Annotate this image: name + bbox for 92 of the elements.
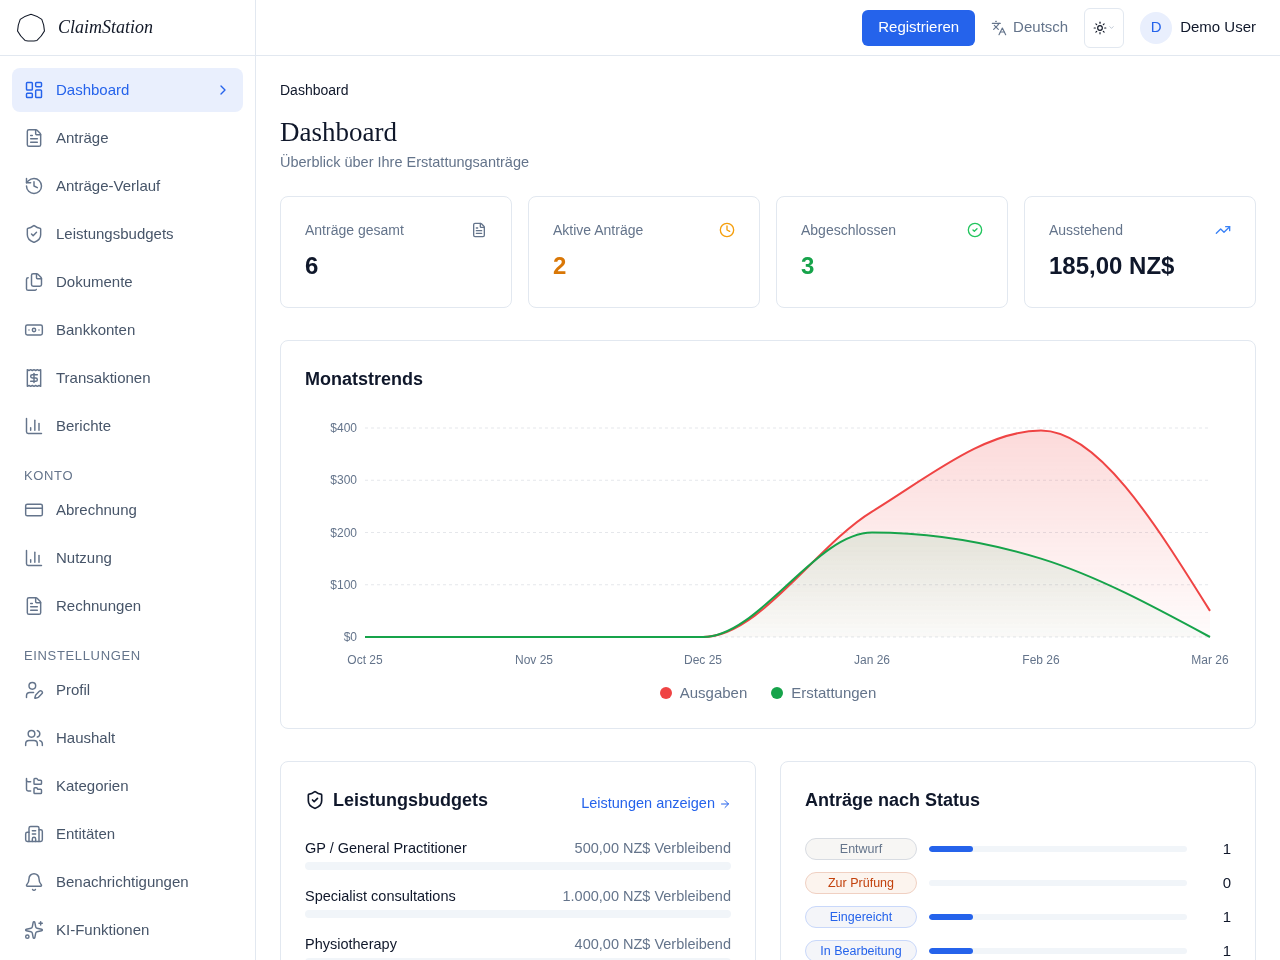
status-badge: Eingereicht bbox=[805, 906, 917, 928]
x-axis-label: Jan 26 bbox=[854, 653, 890, 667]
logo-icon bbox=[16, 12, 46, 43]
nav-item[interactable]: Nutzung bbox=[12, 536, 243, 580]
nav-item[interactable]: Abrechnung bbox=[12, 488, 243, 532]
sparkles-icon bbox=[24, 920, 44, 940]
building-icon bbox=[24, 824, 44, 844]
x-axis-label: Mar 26 bbox=[1191, 653, 1229, 667]
budget-name: Physiotherapy bbox=[305, 935, 397, 954]
grid-icon bbox=[24, 80, 44, 100]
bell-icon bbox=[24, 872, 44, 892]
nav-item[interactable]: Berichte bbox=[12, 404, 243, 448]
stat-value: 2 bbox=[553, 251, 568, 281]
x-axis-label: Oct 25 bbox=[347, 653, 383, 667]
user-avatar: D bbox=[1140, 11, 1173, 44]
y-axis-label: $400 bbox=[330, 421, 357, 435]
breadcrumb: Dashboard bbox=[280, 81, 350, 100]
stat-label: Ausstehend bbox=[1049, 221, 1123, 240]
status-badge: In Bearbeitung bbox=[805, 940, 917, 960]
budget-name: Specialist consultations bbox=[305, 887, 456, 906]
budget-remaining: 400,00 NZ$ Verbleibend bbox=[574, 935, 731, 954]
nav-item[interactable]: Leistungsbudgets bbox=[12, 212, 243, 256]
section-heading: EINSTELLUNGEN bbox=[23, 648, 142, 664]
shield-check-icon bbox=[24, 224, 44, 244]
page-subtitle: Überblick über Ihre Erstattungsanträge bbox=[280, 153, 531, 172]
nav-item[interactable]: Entitäten bbox=[12, 812, 243, 856]
nav-item[interactable]: Benachrichtigungen bbox=[12, 860, 243, 904]
arrow-right-icon bbox=[719, 798, 731, 810]
y-axis-label: $300 bbox=[330, 473, 357, 488]
nav-item[interactable]: Transaktionen bbox=[12, 356, 243, 400]
caret-icon bbox=[1108, 24, 1116, 31]
x-axis-label: Nov 25 bbox=[515, 653, 553, 667]
nav-item[interactable]: Profil bbox=[12, 668, 243, 712]
y-axis-label: $0 bbox=[343, 630, 357, 644]
stat-label: Anträge gesamt bbox=[305, 221, 404, 240]
logo-text: ClaimStation bbox=[58, 16, 153, 39]
nav-item[interactable]: Kategorien bbox=[12, 764, 243, 808]
card-title: Monatstrends bbox=[305, 368, 424, 391]
status-badge: Zur Prüfung bbox=[805, 872, 917, 894]
status-count: 1 bbox=[1221, 941, 1231, 960]
nav-item[interactable]: Rechnungen bbox=[12, 584, 243, 628]
document-icon bbox=[24, 596, 44, 616]
card-title: Anträge nach Status bbox=[805, 789, 982, 812]
legend-label: Ausgaben bbox=[679, 683, 748, 703]
language-button[interactable]: Deutsch bbox=[991, 16, 1069, 39]
files-icon bbox=[24, 272, 44, 292]
status-count: 1 bbox=[1221, 907, 1231, 927]
nav-item[interactable]: Anträge-Verlauf bbox=[12, 164, 243, 208]
nav-item[interactable]: Dokumente bbox=[12, 260, 243, 304]
x-axis-label: Dec 25 bbox=[684, 653, 722, 667]
y-axis-label: $100 bbox=[330, 577, 357, 592]
document-icon bbox=[24, 128, 44, 148]
x-axis-label: Feb 26 bbox=[1022, 653, 1060, 667]
nav-item[interactable]: Bankkonten bbox=[12, 308, 243, 352]
register-button[interactable]: Registrieren bbox=[862, 9, 976, 46]
user-pen-icon bbox=[24, 680, 44, 700]
page-title: Dashboard bbox=[280, 116, 398, 148]
status-count: 0 bbox=[1221, 873, 1231, 893]
stat-label: Abgeschlossen bbox=[801, 221, 896, 240]
card-title: Leistungsbudgets bbox=[333, 789, 488, 812]
translate-icon bbox=[991, 19, 1008, 36]
check-circle-icon bbox=[967, 222, 983, 238]
history-icon bbox=[24, 176, 44, 196]
receipt-icon bbox=[24, 368, 44, 388]
bar-chart-icon bbox=[24, 548, 44, 568]
y-axis-label: $200 bbox=[330, 525, 357, 540]
folder-tree-icon bbox=[24, 776, 44, 796]
budget-remaining: 500,00 NZ$ Verbleibend bbox=[574, 839, 731, 858]
stat-value: 6 bbox=[305, 251, 320, 281]
nav-item[interactable]: Dashboard bbox=[12, 68, 243, 112]
document-icon bbox=[471, 222, 487, 238]
sun-icon bbox=[1093, 20, 1108, 35]
section-heading: KONTO bbox=[23, 468, 75, 484]
shield-check-icon bbox=[305, 790, 325, 810]
nav-item[interactable]: KI-Funktionen bbox=[12, 908, 243, 952]
credit-card-icon bbox=[24, 500, 44, 520]
view-benefits-link[interactable]: Leistungen anzeigen bbox=[581, 793, 731, 815]
user-name: Demo User bbox=[1180, 17, 1256, 38]
status-count: 1 bbox=[1221, 839, 1231, 859]
users-icon bbox=[24, 728, 44, 748]
stat-value: 185,00 NZ$ bbox=[1049, 251, 1176, 281]
status-badge: Entwurf bbox=[805, 838, 917, 860]
theme-toggle-button[interactable] bbox=[1084, 7, 1125, 48]
legend-label: Erstattungen bbox=[791, 683, 877, 703]
nav-item[interactable]: Anträge bbox=[12, 116, 243, 160]
stat-label: Aktive Anträge bbox=[553, 221, 644, 240]
budget-remaining: 1.000,00 NZ$ Verbleibend bbox=[562, 887, 731, 906]
bar-chart-icon bbox=[24, 416, 44, 436]
clock-icon bbox=[719, 222, 735, 238]
stat-value: 3 bbox=[801, 251, 816, 281]
nav-item[interactable]: Haushalt bbox=[12, 716, 243, 760]
budget-name: GP / General Practitioner bbox=[305, 839, 467, 858]
